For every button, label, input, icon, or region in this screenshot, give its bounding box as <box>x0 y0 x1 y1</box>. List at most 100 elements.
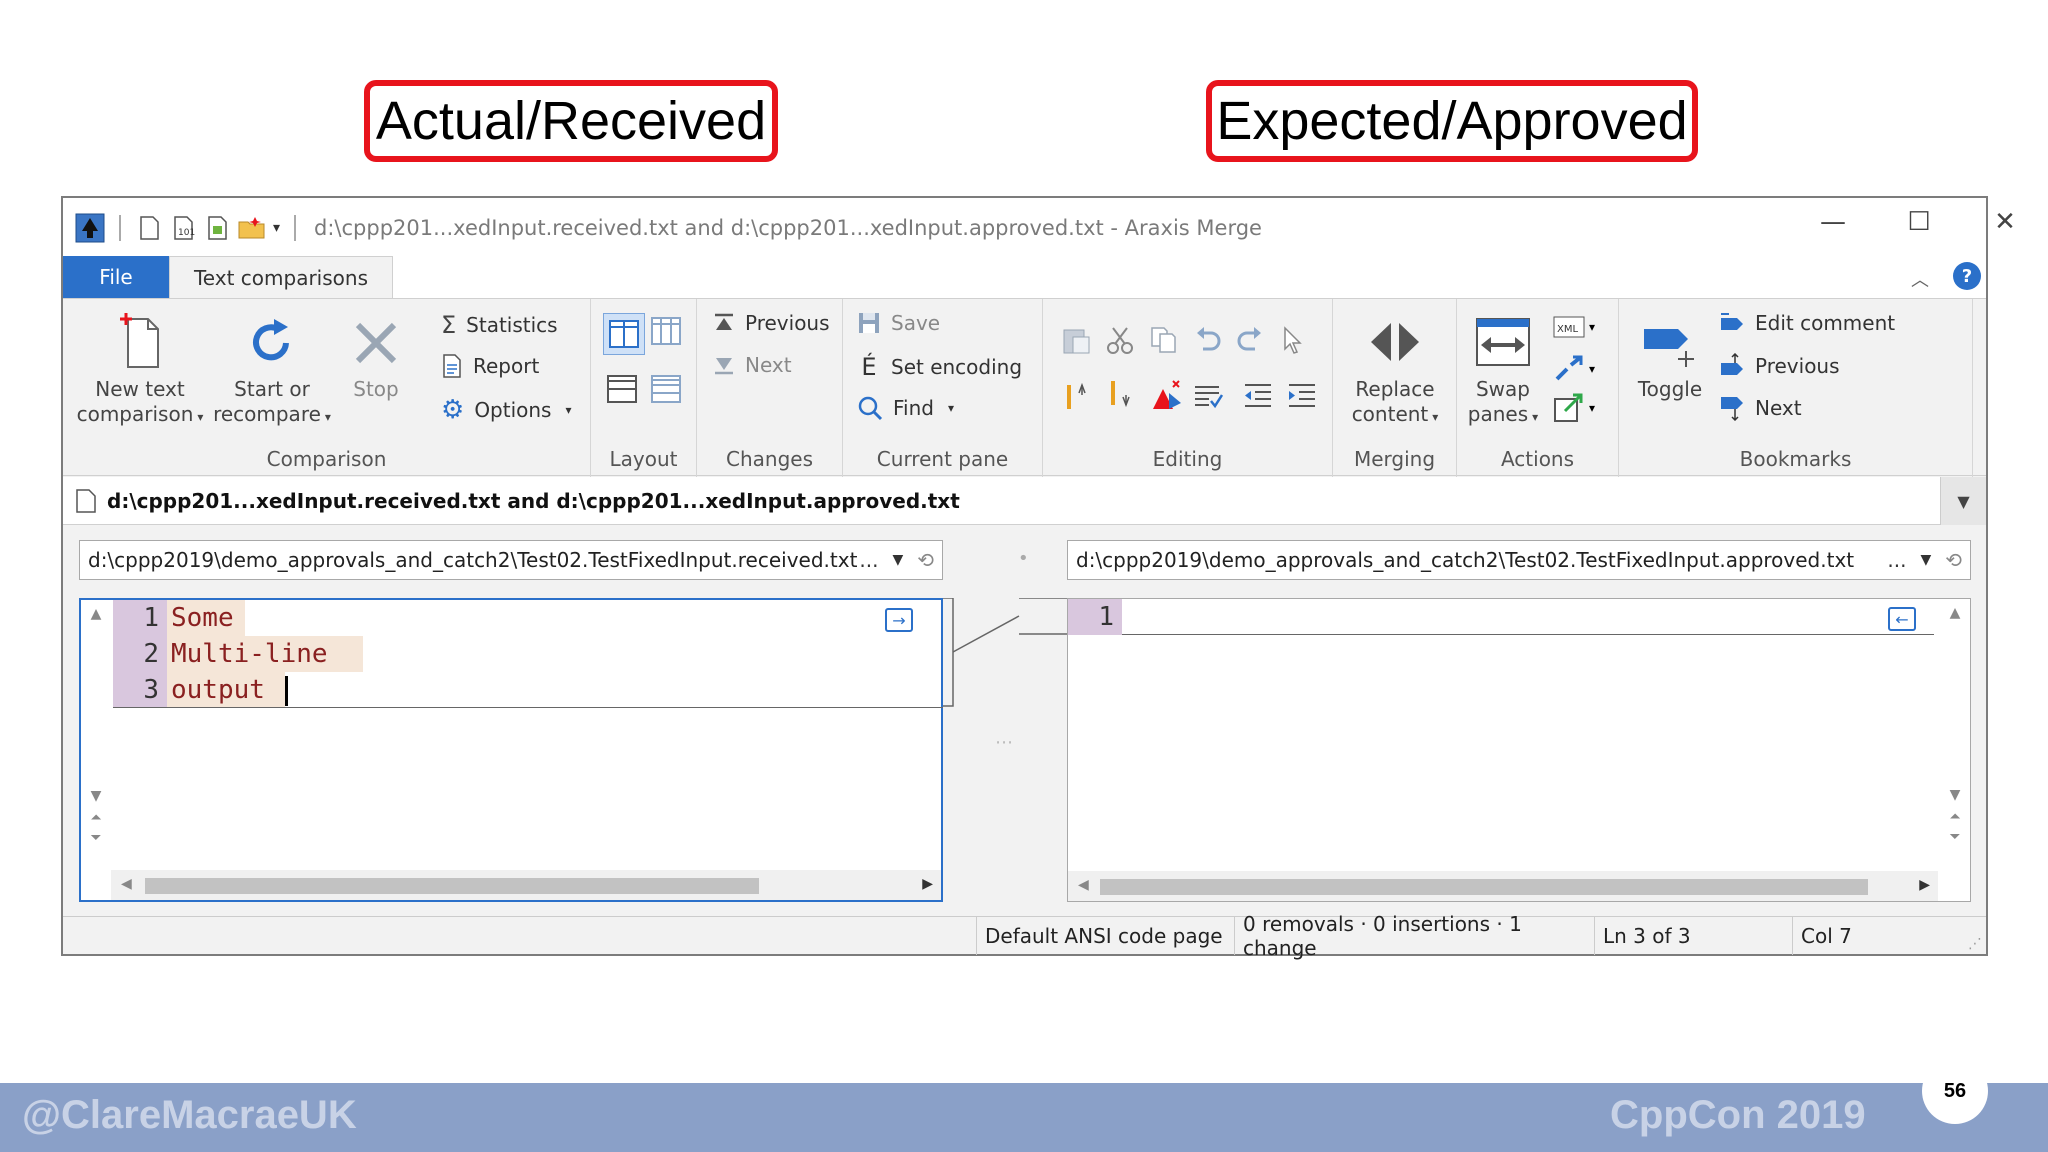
next-change-button[interactable]: Next <box>713 353 792 377</box>
scroll-right-icon[interactable]: ▶ <box>922 876 933 892</box>
left-scroll-thumb[interactable] <box>145 878 759 894</box>
select-icon[interactable] <box>1279 325 1309 359</box>
right-scroll-thumb[interactable] <box>1100 879 1868 895</box>
scroll-down-icon[interactable]: ▼ <box>1950 787 1961 803</box>
right-text-pane[interactable]: 1 ← ▲ ▼ ⏶ ⏷ ◀ ▶ <box>1067 598 1971 902</box>
group-label-current-pane: Current pane <box>876 447 1009 471</box>
pane-divider-dot: • <box>1018 548 1029 569</box>
help-icon[interactable]: ? <box>1953 262 1981 290</box>
layout-horizontal-icon[interactable] <box>607 375 639 409</box>
layout-horizontal-three-icon[interactable] <box>651 375 683 409</box>
copy-icon[interactable] <box>1149 325 1179 359</box>
new-folder-comparison-icon[interactable] <box>237 214 267 242</box>
options-button[interactable]: ⚙ Options ▾ <box>441 395 572 425</box>
new-document-icon[interactable] <box>135 214 163 242</box>
slide-footer: @ClareMacraeUK CppCon 2019 <box>0 1083 2048 1152</box>
window-title: d:\cppp201...xedInput.received.txt and d… <box>314 216 1262 240</box>
next-bookmark-button[interactable]: Next <box>1719 395 1802 421</box>
paste-icon[interactable] <box>1061 325 1091 359</box>
copy-to-right-icon[interactable]: → <box>885 608 913 632</box>
maximize-button[interactable]: ☐ <box>1875 198 1963 246</box>
report-button[interactable]: Report <box>441 353 539 379</box>
right-path-dropdown-icon[interactable]: ▼ <box>1920 552 1931 568</box>
previous-change-margin-icon[interactable]: ⏶ <box>1949 809 1960 825</box>
collapse-ribbon-icon[interactable]: ︿ <box>1911 266 1929 292</box>
left-history-icon[interactable]: ⟲ <box>917 548 934 572</box>
svg-text:101: 101 <box>178 228 195 238</box>
copy-to-left-icon[interactable]: ← <box>1888 607 1916 631</box>
start-or-recompare-button[interactable]: Start or recompare ▾ <box>209 313 335 430</box>
customize-qat-icon[interactable]: ▾ <box>273 220 280 236</box>
set-encoding-button[interactable]: É Set encoding <box>857 353 1022 381</box>
redo-icon[interactable] <box>1235 325 1265 359</box>
left-text-pane[interactable]: ▲ ▼ ⏶ ⏷ 1 Some 2 Multi-line 3 output → ◀… <box>79 598 943 902</box>
group-current-pane: Save É Set encoding Find ▾ Current pane <box>843 299 1043 477</box>
layout-three-way-icon[interactable] <box>651 317 683 351</box>
new-binary-comparison-icon[interactable]: 101 <box>169 214 197 242</box>
scroll-left-icon[interactable]: ◀ <box>121 876 132 892</box>
find-button[interactable]: Find ▾ <box>857 395 954 421</box>
right-vertical-scrollbar[interactable]: ▲ ▼ ⏶ ⏷ <box>1940 599 1970 869</box>
right-history-icon[interactable]: ⟲ <box>1945 548 1962 572</box>
xml-icon[interactable]: XML ▾ <box>1553 315 1595 339</box>
scroll-down-icon[interactable]: ▼ <box>91 788 102 804</box>
tab-text-comparisons[interactable]: Text comparisons <box>169 256 393 298</box>
next-change-margin-icon[interactable]: ⏷ <box>1949 829 1960 845</box>
left-file-path[interactable]: d:\cppp2019\demo_approvals_and_catch2\Te… <box>79 540 943 580</box>
previous-change-margin-icon[interactable]: ⏶ <box>90 810 101 826</box>
move-down-icon[interactable] <box>1105 379 1135 415</box>
right-horizontal-scrollbar[interactable]: ◀ ▶ <box>1068 871 1938 901</box>
change-block-outline <box>113 600 943 708</box>
indent-icon[interactable] <box>1287 381 1317 415</box>
comparison-dropdown-button[interactable]: ▼ <box>1940 477 1986 525</box>
previous-bookmark-button[interactable]: Previous <box>1719 353 1840 379</box>
right-file-path[interactable]: d:\cppp2019\demo_approvals_and_catch2\Te… <box>1067 540 1971 580</box>
left-horizontal-scrollbar[interactable]: ◀ ▶ <box>111 870 941 900</box>
layout-two-way-vertical-icon[interactable] <box>603 313 645 355</box>
toggle-bookmark-button[interactable]: Toggle <box>1625 313 1715 402</box>
minimize-button[interactable]: — <box>1789 198 1877 246</box>
sync-icon[interactable]: ▾ <box>1553 355 1595 383</box>
outdent-icon[interactable] <box>1243 381 1273 415</box>
export-icon[interactable]: ▾ <box>1553 393 1595 423</box>
scroll-up-icon[interactable]: ▲ <box>91 606 102 622</box>
format-icon[interactable] <box>1193 381 1224 415</box>
scroll-left-icon[interactable]: ◀ <box>1078 877 1089 893</box>
left-vertical-scrollbar[interactable]: ▲ ▼ ⏶ ⏷ <box>81 600 111 870</box>
replace-content-button[interactable]: Replace content ▾ <box>1343 313 1447 430</box>
search-icon <box>857 395 883 421</box>
stop-button[interactable]: Stop <box>343 313 409 402</box>
right-browse-button[interactable]: ... <box>1887 548 1906 572</box>
save-button[interactable]: Save <box>857 311 940 335</box>
group-label-comparison: Comparison <box>266 447 387 471</box>
group-editing: Editing <box>1043 299 1333 477</box>
close-button[interactable]: ✕ <box>1961 198 2048 246</box>
scroll-right-icon[interactable]: ▶ <box>1919 877 1930 893</box>
comparison-title-bar: d:\cppp201...xedInput.received.txt and d… <box>63 477 1986 525</box>
edit-comment-button[interactable]: Edit comment <box>1719 311 1895 335</box>
group-comparison: New text comparison ▾ Start or recompare ▾ S… <box>63 299 591 477</box>
new-image-comparison-icon[interactable] <box>203 214 231 242</box>
undo-icon[interactable] <box>1193 325 1223 359</box>
scroll-up-icon[interactable]: ▲ <box>1950 605 1961 621</box>
next-change-margin-icon[interactable]: ⏷ <box>90 830 101 846</box>
cut-icon[interactable] <box>1105 325 1135 359</box>
app-icon[interactable] <box>75 213 105 243</box>
tab-file[interactable]: File <box>63 256 169 298</box>
statistics-button[interactable]: Σ Statistics <box>441 311 558 339</box>
group-label-editing: Editing <box>1152 447 1223 471</box>
resize-grip-icon[interactable]: ⋰ <box>1968 936 1982 952</box>
move-up-icon[interactable] <box>1061 379 1091 415</box>
left-path-dropdown-icon[interactable]: ▼ <box>892 552 903 568</box>
twitter-handle: @ClareMacraeUK <box>22 1093 357 1137</box>
previous-change-button[interactable]: Previous <box>713 311 830 335</box>
report-icon <box>441 353 463 379</box>
new-text-comparison-button[interactable]: New text comparison ▾ <box>75 313 205 430</box>
remove-conflict-icon[interactable] <box>1149 379 1183 415</box>
swap-panes-button[interactable]: Swap panes ▾ <box>1463 313 1543 430</box>
araxis-merge-window: 101 ▾ d:\cppp201...xedInput.received.txt… <box>61 196 2016 960</box>
next-change-icon <box>713 354 735 376</box>
empty-line[interactable] <box>1122 599 1934 635</box>
bookmark-previous-icon <box>1719 353 1745 379</box>
left-browse-button[interactable]: ... <box>859 548 878 572</box>
